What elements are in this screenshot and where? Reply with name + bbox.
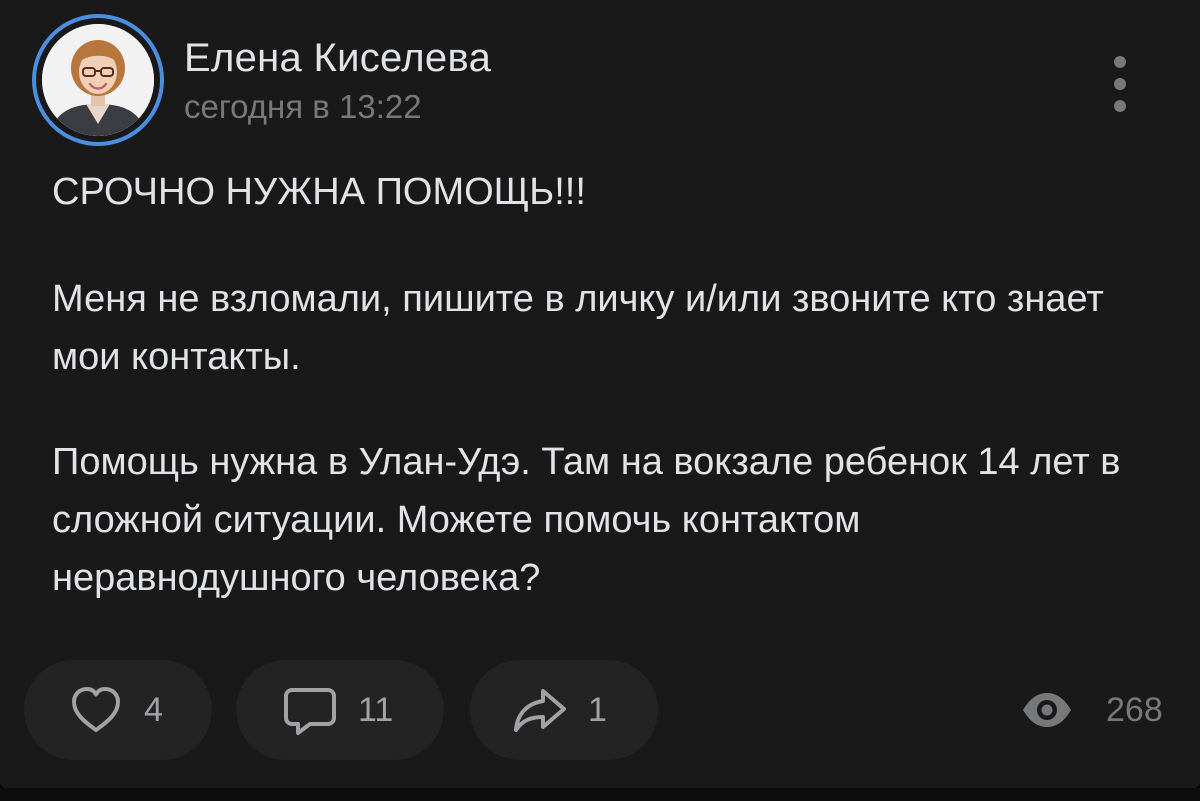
share-arrow-icon <box>510 680 570 740</box>
more-vertical-icon[interactable] <box>1100 52 1140 116</box>
eye-icon <box>1020 683 1074 737</box>
post-text-paragraph: СРОЧНО НУЖНА ПОМОЩЬ!!! <box>52 171 586 213</box>
comment-count: 11 <box>358 690 394 729</box>
comment-bubble-icon <box>280 680 340 740</box>
views-counter: 268 <box>1020 678 1163 742</box>
like-button[interactable]: 4 <box>24 660 212 760</box>
avatar-photo <box>42 24 154 136</box>
avatar[interactable] <box>42 24 154 136</box>
feed-separator <box>0 788 1200 801</box>
post-card: Елена Киселева сегодня в 13:22 СРОЧНО НУ… <box>0 0 1200 788</box>
views-count: 268 <box>1106 690 1163 729</box>
like-count: 4 <box>144 690 163 729</box>
post-text-paragraph: Помощь нужна в Улан-Удэ. Там на вокзале … <box>52 441 1121 599</box>
post-text-paragraph: Меня не взломали, пишите в личку и/или з… <box>52 278 1104 378</box>
heart-icon <box>66 680 126 740</box>
share-count: 1 <box>588 690 607 729</box>
comment-button[interactable]: 11 <box>236 660 444 760</box>
avatar-story-ring[interactable] <box>32 14 164 146</box>
author-name[interactable]: Елена Киселева <box>184 36 491 81</box>
post-timestamp[interactable]: сегодня в 13:22 <box>184 88 422 126</box>
share-button[interactable]: 1 <box>470 660 658 760</box>
